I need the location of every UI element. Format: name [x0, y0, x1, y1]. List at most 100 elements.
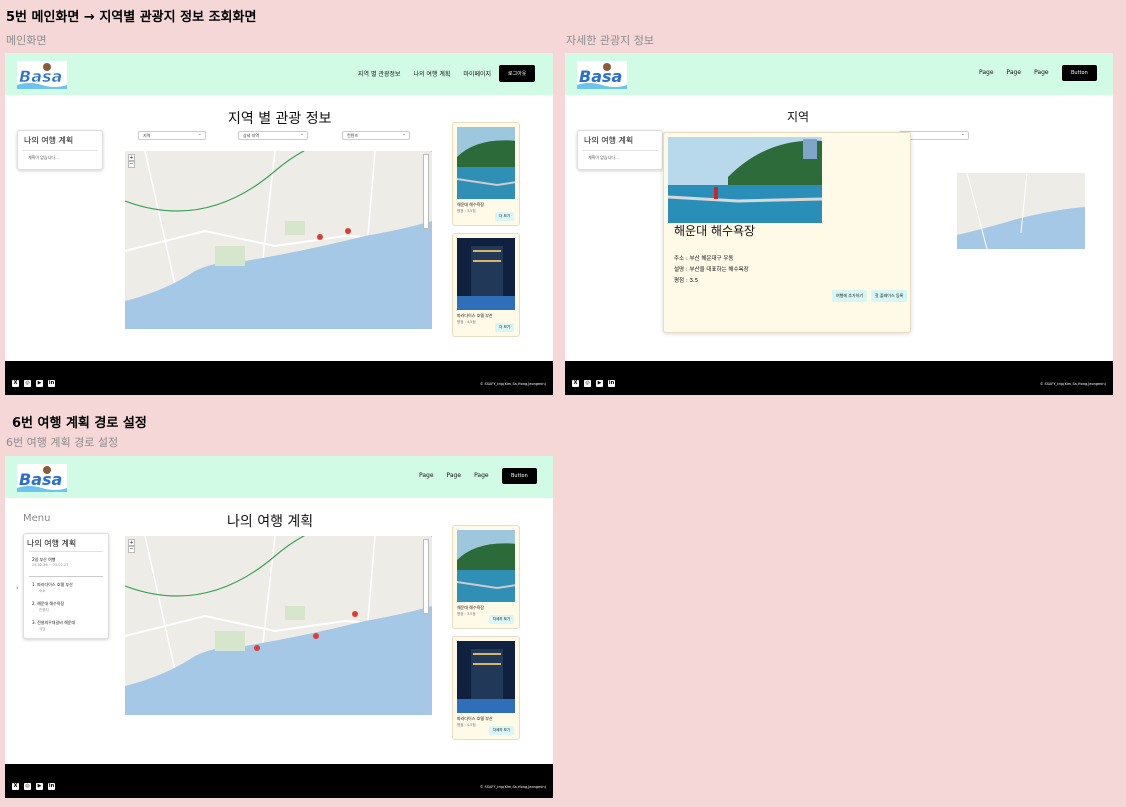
place-photo-haeundae — [457, 530, 515, 602]
place-more-button[interactable]: 더 보기 — [495, 323, 514, 332]
place-name: 해운대 해수욕장 — [457, 202, 485, 207]
place-more-button[interactable]: 더 보기 — [495, 212, 514, 221]
zoom-in-button[interactable]: + — [128, 154, 135, 161]
instagram-icon[interactable]: ◎ — [24, 380, 31, 387]
place-name: 파라다이스 호텔 부산 — [457, 313, 493, 318]
logout-button[interactable]: 로그아웃 — [499, 65, 536, 82]
place-card-1[interactable]: 해운대 해수욕장 평점 : 3.5점 더 보기 — [452, 122, 520, 226]
header-button[interactable]: Button — [502, 468, 537, 484]
place-rating: 평점 : 3.5점 — [457, 209, 476, 213]
place-card-2[interactable]: 파라다이스 호텔 부산 평점 : 4.5점 자세히 보기 — [452, 636, 520, 740]
page-title: 지역 — [787, 110, 810, 124]
page-title: 지역 별 관광 정보 — [228, 111, 332, 127]
logo-icon[interactable]: Basa — [17, 61, 67, 89]
logo-icon[interactable]: Basa — [17, 464, 67, 492]
place-detail-button[interactable]: 자세히 보기 — [488, 726, 514, 735]
zoom-out-button[interactable]: − — [128, 161, 135, 168]
place-detail-modal: 해운대 해수욕장 주소 : 부산 해운대구 우동 설명 : 부산을 대표하는 해… — [663, 132, 911, 333]
place-name: 해운대 해수욕장 — [457, 605, 485, 610]
place-description: 설명 : 부산을 대표하는 해수욕장 — [674, 267, 749, 273]
place-photo-haeundae — [457, 127, 515, 199]
region-select[interactable]: 지역 — [138, 131, 206, 140]
route-item-2-type: 관광지 — [39, 608, 49, 612]
route-item-1[interactable]: 1. 파라다이스 호텔 부산 — [32, 582, 73, 588]
frame-label-route: 6번 여행 계획 경로 설정 — [6, 436, 119, 449]
nav-my-plan[interactable]: 나의 여행 계획 — [413, 69, 450, 78]
plan-panel: 나의 여행 계획 계획이 없습니다... — [17, 130, 103, 170]
detail-screen-frame: Basa Page Page Page Button 지역 나의 여행 계획 계… — [565, 53, 1113, 395]
zoom-in-button[interactable]: + — [128, 539, 135, 546]
youtube-icon[interactable]: ▶ — [36, 380, 43, 387]
map-zoom-slider[interactable] — [423, 154, 429, 229]
frame-label-main: 메인화면 — [6, 34, 47, 47]
place-detail-button[interactable]: 자세히 보기 — [488, 615, 514, 624]
copyright: © SSAFY_trip(Kim,Sa,Hong,Jeongmin) — [1039, 382, 1106, 386]
place-photo-paradise — [457, 238, 515, 310]
svg-text:Basa: Basa — [19, 67, 62, 86]
map[interactable] — [957, 173, 1085, 249]
map[interactable]: + − — [125, 536, 432, 715]
youtube-icon[interactable]: ▶ — [36, 783, 43, 790]
map-zoom-slider[interactable] — [423, 539, 429, 614]
footer: X ◎ ▶ in © SSAFY_trip(Kim,Sa,Hong,Jeongm… — [5, 361, 553, 395]
route-item-2[interactable]: 2. 해운대 해수욕장 — [32, 601, 64, 607]
content-select[interactable]: 컨텐츠 — [342, 131, 410, 140]
section-6-title: 6번 여행 계획 경로 설정 — [12, 416, 147, 431]
nav-page-1[interactable]: Page — [979, 69, 994, 76]
zoom-out-button[interactable]: − — [128, 546, 135, 553]
map[interactable]: + − — [125, 151, 432, 329]
route-screen-frame: Basa Page Page Page Button Menu 나의 여행 계획… — [5, 456, 553, 798]
trip-dates: 25.02.26 ~ 25.02.27 — [32, 563, 69, 567]
copyright: © SSAFY_trip(Kim,Sa,Hong,Jeongmin) — [479, 382, 546, 386]
plan-title: 나의 여행 계획 — [584, 136, 634, 145]
header: Basa Page Page Page Button — [5, 456, 553, 498]
instagram-icon[interactable]: ◎ — [24, 783, 31, 790]
copyright: © SSAFY_trip(Kim,Sa,Hong,Jeongmin) — [479, 785, 546, 789]
place-rating: 평점 : 4.5점 — [457, 320, 476, 324]
x-icon[interactable]: X — [12, 380, 19, 387]
place-rating: 평점 : 3.5 — [674, 278, 699, 284]
main-screen-frame: Basa 지역 별 관광정보 나의 여행 계획 마이페이지 로그아웃 지역 별 … — [5, 53, 553, 395]
plan-empty-text: 계획이 없습니다... — [22, 150, 98, 165]
add-to-plan-button[interactable]: 여행에 추가하기 — [832, 290, 868, 302]
nav-page-1[interactable]: Page — [419, 472, 434, 479]
logo-icon[interactable]: Basa — [577, 61, 627, 89]
nav-page-3[interactable]: Page — [1034, 69, 1049, 76]
place-rating: 평점 : 4.5점 — [457, 723, 476, 727]
linkedin-icon[interactable]: in — [48, 380, 55, 387]
header: Basa 지역 별 관광정보 나의 여행 계획 마이페이지 로그아웃 — [5, 53, 553, 95]
linkedin-icon[interactable]: in — [48, 783, 55, 790]
nav-mypage[interactable]: 마이페이지 — [463, 69, 491, 78]
route-item-3[interactable]: 3. 전설의우대갈비 해운대 — [32, 620, 75, 626]
linkedin-icon[interactable]: in — [608, 380, 615, 387]
menu-label: Menu — [23, 513, 51, 524]
place-detail-title: 해운대 해수욕장 — [674, 224, 756, 238]
header-button[interactable]: Button — [1062, 65, 1097, 81]
place-name: 파라다이스 호텔 부산 — [457, 716, 493, 721]
place-rating: 평점 : 3.5점 — [457, 612, 476, 616]
route-item-3-type: 식당 — [39, 627, 46, 631]
section-5-title: 5번 메인화면 → 지역별 관광지 정보 조회화면 — [6, 10, 257, 25]
footer: X ◎ ▶ in © SSAFY_trip(Kim,Sa,Hong,Jeongm… — [5, 764, 553, 798]
place-detail-photo — [668, 137, 822, 223]
nav-region-info[interactable]: 지역 별 관광정보 — [358, 69, 400, 78]
nav-page-3[interactable]: Page — [474, 472, 489, 479]
subregion-select[interactable]: 상세 지역 — [238, 131, 308, 140]
svg-text:Basa: Basa — [579, 67, 622, 86]
place-card-2[interactable]: 파라다이스 호텔 부산 평점 : 4.5점 더 보기 — [452, 233, 520, 337]
collapse-chevron-icon[interactable]: ‹ — [16, 584, 19, 592]
youtube-icon[interactable]: ▶ — [596, 380, 603, 387]
hotplace-register-button[interactable]: 핫 플레이스 등록 — [871, 290, 908, 302]
plan-empty-text: 계획이 없습니다... — [582, 150, 658, 165]
x-icon[interactable]: X — [572, 380, 579, 387]
plan-panel: 나의 여행 계획 2일 부산 여행 25.02.26 ~ 25.02.27 1.… — [23, 533, 109, 639]
footer: X ◎ ▶ in © SSAFY_trip(Kim,Sa,Hong,Jeongm… — [565, 361, 1113, 395]
frame-label-detail: 자세한 관광지 정보 — [566, 34, 654, 47]
x-icon[interactable]: X — [12, 783, 19, 790]
nav-page-2[interactable]: Page — [1007, 69, 1022, 76]
place-card-1[interactable]: 해운대 해수욕장 평점 : 3.5점 자세히 보기 — [452, 525, 520, 629]
svg-text:Basa: Basa — [19, 470, 62, 489]
page-title: 나의 여행 계획 — [227, 514, 314, 530]
instagram-icon[interactable]: ◎ — [584, 380, 591, 387]
nav-page-2[interactable]: Page — [447, 472, 462, 479]
